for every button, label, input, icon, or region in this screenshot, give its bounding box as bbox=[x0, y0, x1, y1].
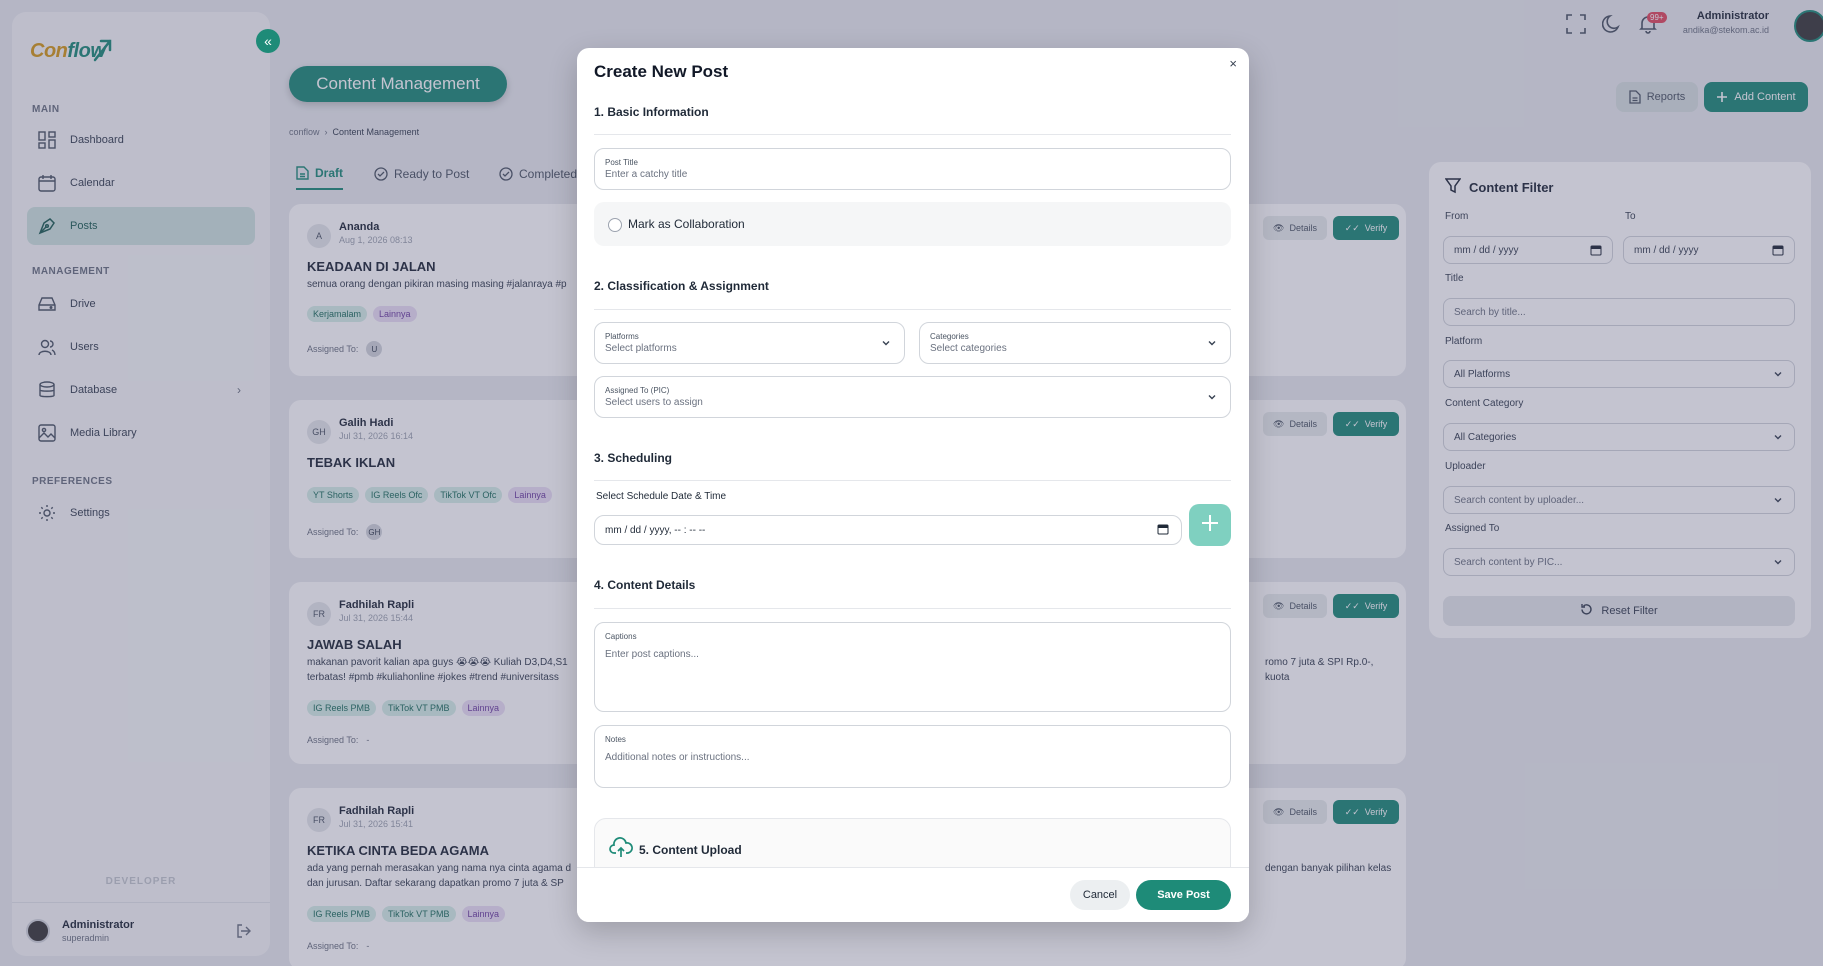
cloud-upload-icon bbox=[609, 837, 633, 862]
create-post-modal: Create New Post × 1. Basic Information P… bbox=[577, 48, 1249, 922]
notes-textarea[interactable]: Notes Additional notes or instructions..… bbox=[594, 725, 1231, 788]
add-schedule-button[interactable] bbox=[1189, 504, 1231, 546]
platforms-select[interactable]: Platforms Select platforms bbox=[594, 322, 905, 364]
chevron-down-icon bbox=[1206, 391, 1218, 403]
save-post-button[interactable]: Save Post bbox=[1136, 880, 1231, 910]
schedule-label: Select Schedule Date & Time bbox=[596, 491, 727, 502]
captions-textarea[interactable]: Captions Enter post captions... bbox=[594, 622, 1231, 712]
modal-title: Create New Post bbox=[594, 62, 729, 81]
section-basic-information: 1. Basic Information bbox=[594, 105, 709, 119]
chevrons-left-icon: « bbox=[264, 33, 272, 49]
collaboration-radio[interactable] bbox=[608, 218, 622, 232]
divider bbox=[594, 309, 1231, 310]
post-title-input[interactable]: Post Title Enter a catchy title bbox=[594, 148, 1231, 190]
categories-select[interactable]: Categories Select categories bbox=[919, 322, 1231, 364]
section-content-details: 4. Content Details bbox=[594, 578, 696, 592]
chevron-down-icon bbox=[880, 337, 892, 349]
divider bbox=[594, 134, 1231, 135]
collapse-sidebar-button[interactable]: « bbox=[256, 29, 280, 53]
upload-title: 5. Content Upload bbox=[609, 837, 742, 862]
chevron-down-icon bbox=[1206, 337, 1218, 349]
app-root: Conflow MAIN Dashboard Calendar Posts MA… bbox=[0, 0, 1823, 966]
plus-icon bbox=[1200, 513, 1220, 538]
section-scheduling: 3. Scheduling bbox=[594, 451, 673, 465]
calendar-icon[interactable] bbox=[1157, 523, 1169, 535]
collaboration-option[interactable]: Mark as Collaboration bbox=[594, 202, 1231, 246]
cancel-button[interactable]: Cancel bbox=[1070, 880, 1130, 910]
close-icon[interactable]: × bbox=[1229, 56, 1237, 71]
assigned-pic-select[interactable]: Assigned To (PIC) Select users to assign bbox=[594, 376, 1231, 418]
schedule-datetime-input[interactable]: mm / dd / yyyy, -- : -- -- bbox=[594, 515, 1182, 545]
divider bbox=[594, 480, 1231, 481]
divider bbox=[594, 608, 1231, 609]
section-classification: 2. Classification & Assignment bbox=[594, 279, 769, 293]
modal-footer: Cancel Save Post bbox=[577, 867, 1249, 922]
